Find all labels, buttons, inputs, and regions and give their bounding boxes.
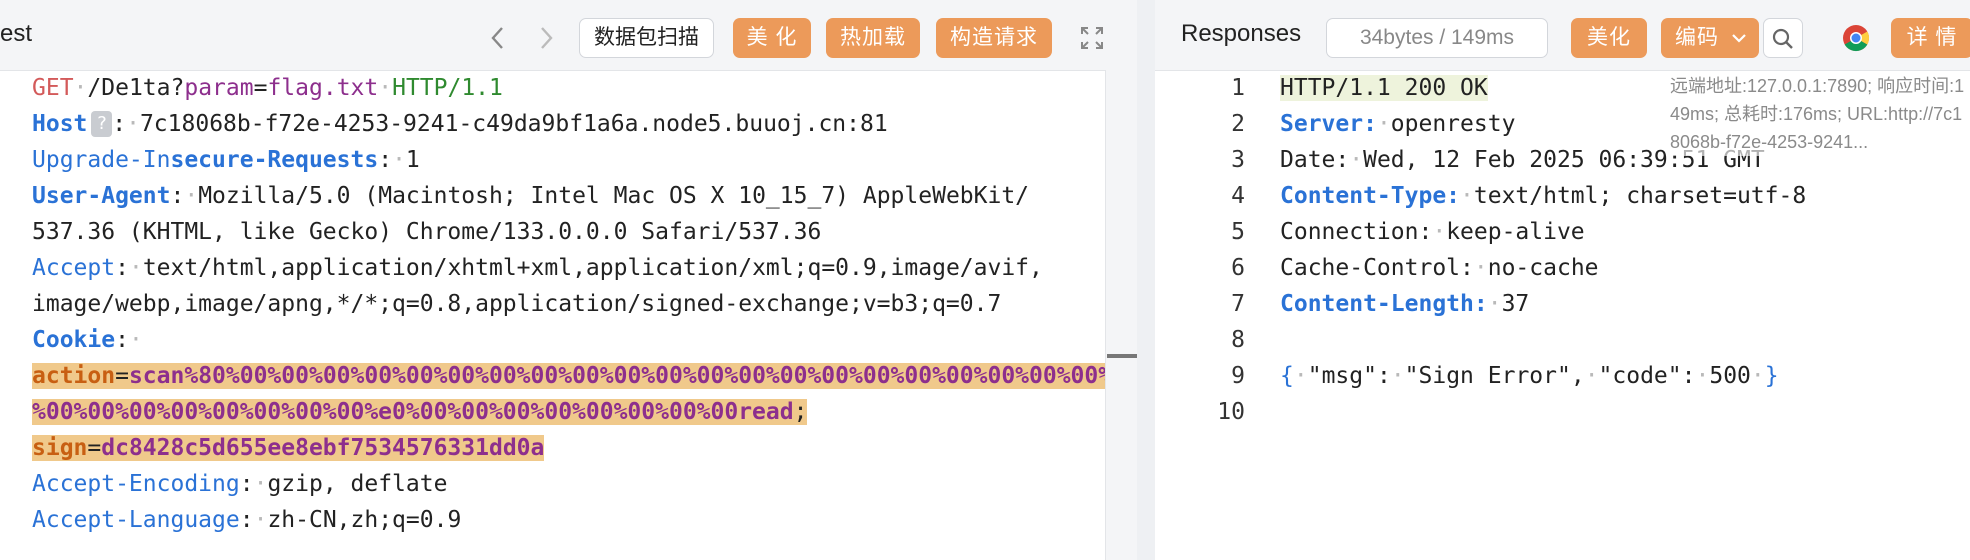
line-number: 3 xyxy=(1231,147,1245,173)
header-cookie: Cookie:· xyxy=(32,327,143,353)
response-toolbar: Responses 34bytes / 149ms 美化 编码 详 情 xyxy=(1155,0,1970,71)
encode-dropdown[interactable]: 编码 xyxy=(1661,18,1759,58)
request-editor[interactable]: GET·/De1ta?param=flag.txt·HTTP/1.1 Host?… xyxy=(32,70,1137,538)
header-connection: Connection:·keep-alive xyxy=(1280,219,1585,245)
packet-scan-button[interactable]: 数据包扫描 xyxy=(579,18,714,58)
line-number: 8 xyxy=(1231,327,1245,353)
search-button[interactable] xyxy=(1763,18,1803,58)
cookie-sign: sign=dc8428c5d655ee8ebf7534576331dd0a xyxy=(32,435,545,461)
details-button[interactable]: 详 情 xyxy=(1891,18,1970,58)
response-stats: 34bytes / 149ms xyxy=(1326,18,1548,58)
minimap-scrollbar[interactable] xyxy=(1105,70,1137,560)
line-number: 7 xyxy=(1231,291,1245,317)
request-toolbar: est 数据包扫描 美 化 热加载 构造请求 xyxy=(0,0,1137,71)
cookie-action-cont: %00%00%00%00%00%00%00%00%e0%00%00%00%00%… xyxy=(32,399,808,425)
header-content-type: Content-Type:·text/html; charset=utf-8 xyxy=(1280,183,1807,209)
line-number: 2 xyxy=(1231,111,1245,137)
header-content-length: Content-Length:·37 xyxy=(1280,291,1530,317)
expand-icon[interactable] xyxy=(1076,22,1108,54)
chevron-right-icon[interactable] xyxy=(530,22,562,54)
line-numbers: 1 2 3 4 5 6 7 8 9 10 xyxy=(1175,70,1245,430)
header-cache-control: Cache-Control:·no-cache xyxy=(1280,255,1599,281)
build-request-button[interactable]: 构造请求 xyxy=(936,18,1052,58)
line-number: 1 xyxy=(1231,75,1245,101)
header-accept-language: Accept-Language:·zh-CN,zh;q=0.9 xyxy=(32,507,462,533)
search-icon xyxy=(1772,28,1793,49)
help-badge[interactable]: ? xyxy=(91,111,113,137)
request-line: GET·/De1ta?param=flag.txt·HTTP/1.1 xyxy=(32,75,503,101)
header-accept-cont: image/webp,image/apng,*/*;q=0.8,applicat… xyxy=(32,291,1002,317)
scroll-marker[interactable] xyxy=(1107,354,1137,358)
chevron-down-icon xyxy=(1732,34,1746,43)
line-number: 9 xyxy=(1231,363,1245,389)
line-number: 5 xyxy=(1231,219,1245,245)
header-accept: Accept:·text/html,application/xhtml+xml,… xyxy=(32,255,1043,281)
response-body: {·"msg":·"Sign Error",·"code":·500·} xyxy=(1280,363,1779,389)
request-title: est xyxy=(0,20,33,47)
hot-reload-button[interactable]: 热加载 xyxy=(826,18,920,58)
header-host: Host?:·7c18068b-f72e-4253-9241-c49da9bf1… xyxy=(32,111,888,137)
line-number: 10 xyxy=(1217,399,1245,425)
line-number: 6 xyxy=(1231,255,1245,281)
header-upgrade: Upgrade-Insecure-Requests:·1 xyxy=(32,147,420,173)
cookie-action: action=scan%80%00%00%00%00%00%00%00%00%0… xyxy=(32,358,1137,394)
header-user-agent-cont: 537.36 (KHTML, like Gecko) Chrome/133.0.… xyxy=(32,219,822,245)
request-pane: est 数据包扫描 美 化 热加载 构造请求 GET·/De1ta?param=… xyxy=(0,0,1137,560)
empty-line xyxy=(1280,394,1806,430)
response-beautify-button[interactable]: 美化 xyxy=(1571,18,1647,58)
header-accept-encoding: Accept-Encoding:·gzip, deflate xyxy=(32,471,448,497)
responses-title: Responses xyxy=(1181,20,1302,47)
line-number: 4 xyxy=(1231,183,1245,209)
beautify-button[interactable]: 美 化 xyxy=(733,18,811,58)
request-info-tooltip: 远端地址:127.0.0.1:7890; 响应时间:149ms; 总耗时:176… xyxy=(1670,72,1965,156)
chevron-left-icon[interactable] xyxy=(482,22,514,54)
header-user-agent: User-Agent:·Mozilla/5.0 (Macintosh; Inte… xyxy=(32,183,1030,209)
chrome-icon[interactable] xyxy=(1840,22,1872,54)
